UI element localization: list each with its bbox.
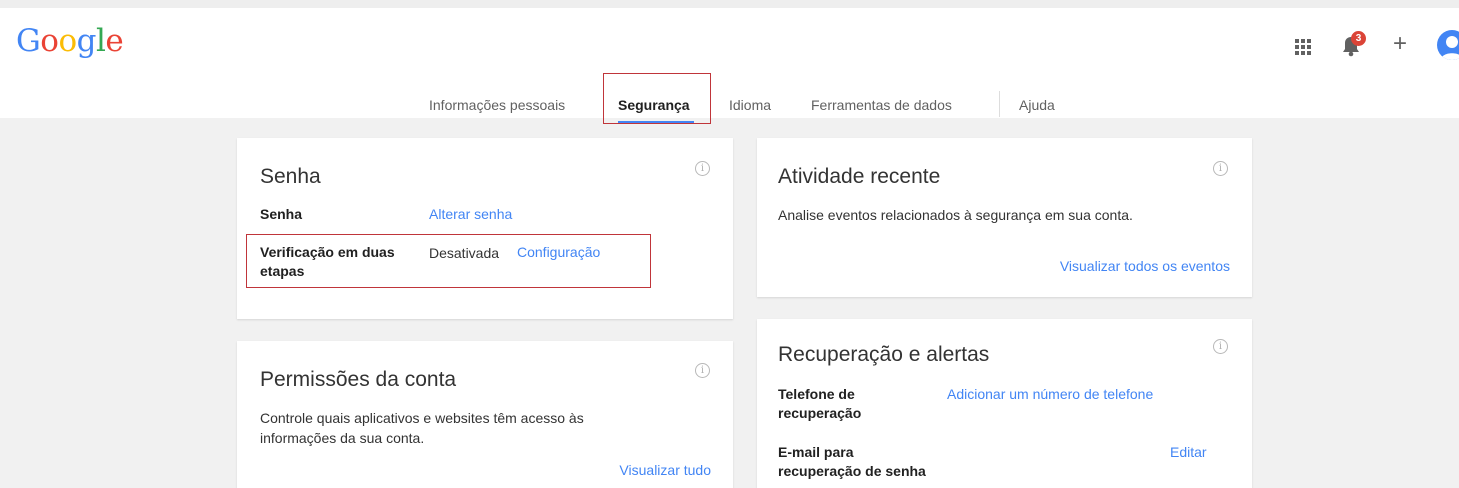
apps-grid-icon[interactable] xyxy=(1293,37,1313,57)
notification-count-badge: 3 xyxy=(1351,31,1366,46)
info-icon[interactable]: i xyxy=(1213,161,1228,176)
logo-letter: l xyxy=(95,23,106,59)
settings-nav: Informações pessoais Segurança Idioma Fe… xyxy=(0,87,1459,126)
logo-letter: o xyxy=(40,23,59,59)
recovery-alerts-card: Recuperação e alertas i Telefone de recu… xyxy=(757,319,1252,488)
recovery-email-label: E-mail para recuperação de senha xyxy=(778,444,926,479)
recent-activity-description: Analise eventos relacionados à segurança… xyxy=(778,207,1133,223)
tab-security[interactable]: Segurança xyxy=(618,97,690,113)
recent-activity-card: Atividade recente i Analise eventos rela… xyxy=(757,138,1252,297)
info-icon[interactable]: i xyxy=(695,161,710,176)
tab-help[interactable]: Ajuda xyxy=(1019,97,1055,113)
avatar[interactable] xyxy=(1437,30,1459,60)
tab-personal-info[interactable]: Informações pessoais xyxy=(429,97,565,113)
logo-letter: G xyxy=(16,23,41,59)
logo-letter: g xyxy=(76,23,97,59)
logo-letter: e xyxy=(105,23,124,59)
plus-icon[interactable]: + xyxy=(1387,30,1413,58)
top-bar: Google 3 + Informações pessoais Seguranç… xyxy=(0,0,1459,124)
info-icon[interactable]: i xyxy=(1213,339,1228,354)
password-label: Senha xyxy=(260,206,303,222)
two-step-setup-link[interactable]: Configuração xyxy=(517,244,600,260)
logo-letter: o xyxy=(58,23,77,59)
password-card: Senha i Senha Alterar senha Verificação … xyxy=(237,138,733,319)
account-permissions-card: Permissões da conta i Controle quais apl… xyxy=(237,341,733,488)
active-tab-indicator xyxy=(618,121,694,124)
nav-divider xyxy=(999,91,1000,117)
password-card-title: Senha xyxy=(260,165,321,188)
recovery-phone-label: Telefone de recuperação xyxy=(778,386,862,421)
view-all-link[interactable]: Visualizar tudo xyxy=(619,462,711,478)
add-phone-link[interactable]: Adicionar um número de telefone xyxy=(947,386,1153,402)
tab-language[interactable]: Idioma xyxy=(729,97,771,113)
recent-activity-title: Atividade recente xyxy=(778,165,941,188)
two-step-status: Desativada xyxy=(429,245,500,261)
two-step-verification-label: Verificação em duas etapas xyxy=(260,244,395,279)
permissions-description: Controle quais aplicativos e websites tê… xyxy=(260,410,584,446)
change-password-link[interactable]: Alterar senha xyxy=(429,206,512,222)
google-logo[interactable]: Google xyxy=(16,23,124,59)
tab-data-tools[interactable]: Ferramentas de dados xyxy=(811,97,952,113)
permissions-card-title: Permissões da conta xyxy=(260,368,457,391)
recovery-card-title: Recuperação e alertas xyxy=(778,343,990,366)
edit-recovery-email-link[interactable]: Editar xyxy=(1170,444,1207,460)
notifications-bell-icon[interactable]: 3 xyxy=(1339,31,1366,60)
info-icon[interactable]: i xyxy=(695,363,710,378)
view-all-events-link[interactable]: Visualizar todos os eventos xyxy=(1060,258,1230,274)
